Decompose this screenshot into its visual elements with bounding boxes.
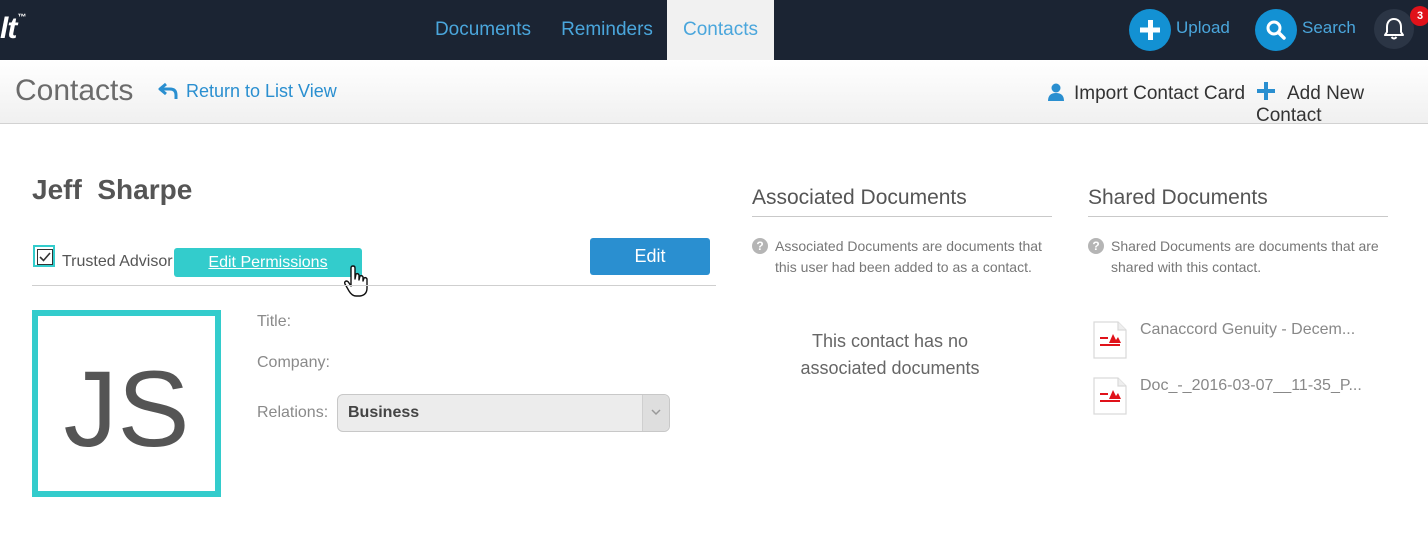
chevron-down-icon bbox=[651, 409, 661, 416]
edit-permissions-button[interactable]: Edit Permissions bbox=[174, 248, 362, 277]
associated-help-text: Associated Documents are documents that … bbox=[775, 238, 1042, 275]
shared-help-text: Shared Documents are documents that are … bbox=[1111, 238, 1379, 275]
checkmark-icon bbox=[39, 252, 51, 262]
relations-select[interactable]: Business bbox=[337, 394, 670, 432]
search-label[interactable]: Search bbox=[1302, 18, 1356, 38]
associated-empty-message: This contact has no associated documents bbox=[800, 331, 980, 378]
select-arrow[interactable] bbox=[642, 395, 669, 431]
add-new-contact-button[interactable]: Add New Contact bbox=[1256, 81, 1428, 127]
bell-icon bbox=[1384, 18, 1404, 40]
divider bbox=[32, 285, 716, 286]
associated-divider bbox=[752, 216, 1052, 217]
contact-avatar: JS bbox=[32, 310, 221, 497]
app-logo[interactable]: lt™ bbox=[0, 12, 26, 46]
notifications-button[interactable] bbox=[1374, 9, 1414, 49]
top-nav-bar: lt™ Documents Reminders Contacts Upload … bbox=[0, 0, 1428, 60]
plus-icon bbox=[1257, 82, 1275, 100]
relations-field-label: Relations: bbox=[257, 404, 329, 421]
shared-document-name[interactable]: Canaccord Genuity - Decem... bbox=[1140, 321, 1355, 339]
trusted-advisor-label: Trusted Advisor bbox=[62, 253, 173, 270]
shared-divider bbox=[1088, 216, 1388, 217]
notification-badge: 3 bbox=[1410, 6, 1428, 26]
trusted-advisor-checkbox[interactable] bbox=[33, 245, 55, 267]
page-title: Contacts bbox=[15, 74, 134, 107]
upload-label[interactable]: Upload bbox=[1176, 18, 1230, 38]
help-icon: ? bbox=[752, 238, 768, 254]
pdf-file-icon bbox=[1093, 377, 1127, 415]
pdf-file-icon bbox=[1093, 321, 1127, 359]
avatar-initials: JS bbox=[63, 348, 190, 469]
relations-selected-value: Business bbox=[348, 404, 420, 421]
hand-cursor-icon bbox=[343, 265, 368, 297]
return-arrow-icon bbox=[158, 82, 178, 99]
upload-button[interactable] bbox=[1129, 9, 1171, 51]
checkbox-box bbox=[37, 249, 53, 265]
help-icon: ? bbox=[1088, 238, 1104, 254]
tab-documents[interactable]: Documents bbox=[420, 0, 546, 60]
title-field-label: Title: bbox=[257, 313, 292, 330]
contact-name: Jeff Sharpe bbox=[32, 174, 193, 205]
return-to-list-link[interactable]: Return to List View bbox=[158, 81, 337, 102]
import-contact-label[interactable]: Import Contact Card bbox=[1074, 83, 1245, 104]
search-icon bbox=[1266, 20, 1286, 40]
tab-reminders[interactable]: Reminders bbox=[548, 0, 666, 60]
shared-documents-title: Shared Documents bbox=[1088, 186, 1268, 209]
shared-document-name[interactable]: Doc_-_2016-03-07__11-35_P... bbox=[1140, 377, 1362, 395]
plus-icon bbox=[1140, 20, 1160, 40]
tab-contacts[interactable]: Contacts bbox=[667, 0, 774, 60]
edit-button[interactable]: Edit bbox=[590, 238, 710, 275]
user-icon bbox=[1048, 83, 1064, 101]
return-link-label[interactable]: Return to List View bbox=[186, 81, 337, 101]
associated-documents-title: Associated Documents bbox=[752, 186, 967, 209]
company-field-label: Company: bbox=[257, 354, 330, 371]
import-contact-card-button[interactable]: Import Contact Card bbox=[1046, 82, 1245, 105]
search-button[interactable] bbox=[1255, 9, 1297, 51]
